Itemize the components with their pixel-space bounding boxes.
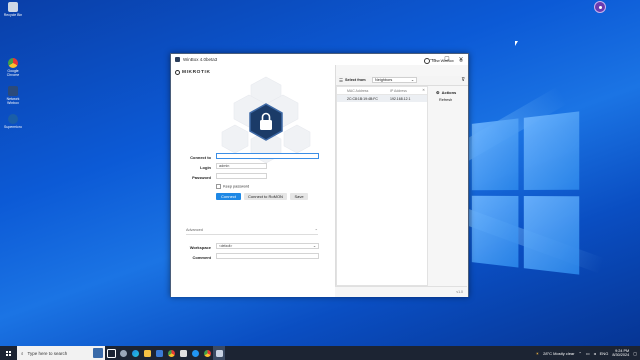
desktop-icon-supermicro[interactable]: Supermicro (2, 114, 24, 129)
chrome-taskbar-icon[interactable] (165, 346, 177, 360)
mouse-cursor-icon (515, 41, 518, 46)
login-panel: MikroTik (171, 65, 335, 297)
connect-romon-button[interactable]: Connect to RoMON (244, 193, 287, 200)
checkbox-icon (216, 184, 221, 189)
version-label: v1.0 (456, 289, 463, 294)
actions-panel: ⚙ Actions Refresh (433, 86, 467, 102)
recycle-bin-icon (8, 2, 18, 12)
password-label: Password (192, 175, 211, 180)
comment-input[interactable] (216, 253, 319, 259)
language-indicator[interactable]: ENG (600, 351, 609, 356)
workspace-label: Workspace (189, 245, 211, 250)
actions-title: Actions (441, 90, 457, 95)
floating-record-icon[interactable] (594, 1, 606, 13)
search-icon: ⌕ (21, 350, 24, 356)
actions-icon: ⚙ (436, 90, 440, 95)
desktop-icon-label: Supermicro (4, 125, 22, 129)
advanced-section[interactable]: Advanced ⌃ (186, 228, 318, 235)
keep-password-checkbox[interactable]: Keep password (216, 184, 249, 189)
connect-to-label: Connect to (190, 155, 211, 160)
comment-label: Comment (192, 255, 211, 260)
mail-icon[interactable] (177, 346, 189, 360)
filter-icon[interactable]: ⊽ (461, 77, 465, 83)
winbox-taskbar-icon[interactable] (213, 346, 225, 360)
select-toolbar: ☰ Select from Neighbors ⌄ ⊽ (336, 76, 468, 86)
select-from-dropdown[interactable]: Neighbors ⌄ (372, 77, 417, 83)
brand-name: MikroTik (182, 70, 211, 75)
table-row[interactable]: 2C:C8:1B:19:4B:FC 192.168.12.1 (337, 95, 427, 102)
task-view-icon[interactable] (105, 346, 117, 360)
table-header: MAC Address IP Address ✕ (337, 87, 427, 95)
network-icon[interactable]: ▭ (586, 351, 590, 356)
mikrotik-logo: MikroTik (175, 70, 211, 75)
login-input[interactable]: admin (216, 163, 267, 169)
file-explorer-icon[interactable] (141, 346, 153, 360)
mikrotik-logo-icon (175, 70, 180, 75)
chevron-up-icon: ⌃ (314, 228, 318, 233)
chrome-taskbar-icon-2[interactable] (201, 346, 213, 360)
settings-icon[interactable] (117, 346, 129, 360)
column-ip[interactable]: IP Address (390, 89, 407, 93)
new-winbox-button[interactable]: New WinBox ≡ (424, 58, 463, 64)
new-window-icon (424, 58, 430, 64)
desktop-icon-label: Network Winbox (6, 97, 20, 105)
connect-to-input[interactable] (216, 153, 319, 159)
desktop-icon-recycle-bin[interactable]: Recycle Bin (2, 2, 24, 17)
workspace-select[interactable]: <default> ⌄ (216, 243, 319, 249)
taskbar: ⌕ Type here to search ☀ 28°C Mostly clea… (0, 346, 640, 360)
winbox-icon (8, 86, 18, 96)
connect-button[interactable]: Connect (216, 193, 241, 200)
advanced-label: Advanced (186, 228, 203, 232)
volume-icon[interactable]: ◂ (594, 351, 596, 356)
browser-icon[interactable] (189, 346, 201, 360)
chevron-down-icon: ⌄ (312, 244, 316, 248)
desktop-icon-winbox[interactable]: Network Winbox (2, 86, 24, 105)
notification-icon[interactable]: ▢ (633, 351, 637, 356)
save-button[interactable]: Save (290, 193, 308, 200)
tray-chevron-icon[interactable]: ⌃ (578, 351, 581, 356)
windows-logo (471, 111, 582, 275)
neighbors-table: MAC Address IP Address ✕ 2C:C8:1B:19:4B:… (336, 86, 428, 286)
refresh-action[interactable]: Refresh (433, 98, 467, 102)
supermicro-icon (8, 114, 18, 124)
winbox-app-icon (175, 57, 180, 62)
password-input[interactable] (216, 173, 267, 179)
right-footer: v1.0 (335, 286, 467, 297)
start-button[interactable] (6, 350, 11, 356)
desktop-icon-label: Recycle Bin (3, 13, 23, 17)
clock[interactable]: 9:24 PM 8/30/2024 (612, 349, 629, 358)
system-tray: ☀ 28°C Mostly clear ⌃ ▭ ◂ ENG 9:24 PM 8/… (536, 346, 638, 360)
chrome-icon (8, 58, 18, 68)
chevron-down-icon: ⌄ (410, 78, 414, 82)
select-from-label: Select from (345, 78, 366, 82)
window-title: WinBox 4.0beta3 (183, 57, 218, 62)
weather-icon: ☀ (535, 350, 540, 356)
desktop-icon-chrome[interactable]: Google Chrome (2, 58, 24, 77)
weather-text[interactable]: 28°C Mostly clear (543, 351, 574, 356)
desktop-icon-label: Google Chrome (6, 69, 20, 77)
hexagon-background (221, 76, 311, 164)
menu-icon[interactable]: ≡ (460, 58, 463, 64)
column-mac[interactable]: MAC Address (347, 89, 368, 93)
edge-icon[interactable] (129, 346, 141, 360)
store-icon[interactable] (153, 346, 165, 360)
taskbar-search[interactable]: ⌕ Type here to search (17, 346, 105, 360)
login-label: Login (200, 165, 211, 170)
close-column-icon[interactable]: ✕ (422, 88, 425, 92)
list-icon: ☰ (339, 78, 344, 83)
winbox-window: WinBox 4.0beta3 — ☐ ✕ MikroTik (170, 53, 469, 297)
search-highlight-icon (93, 348, 103, 358)
